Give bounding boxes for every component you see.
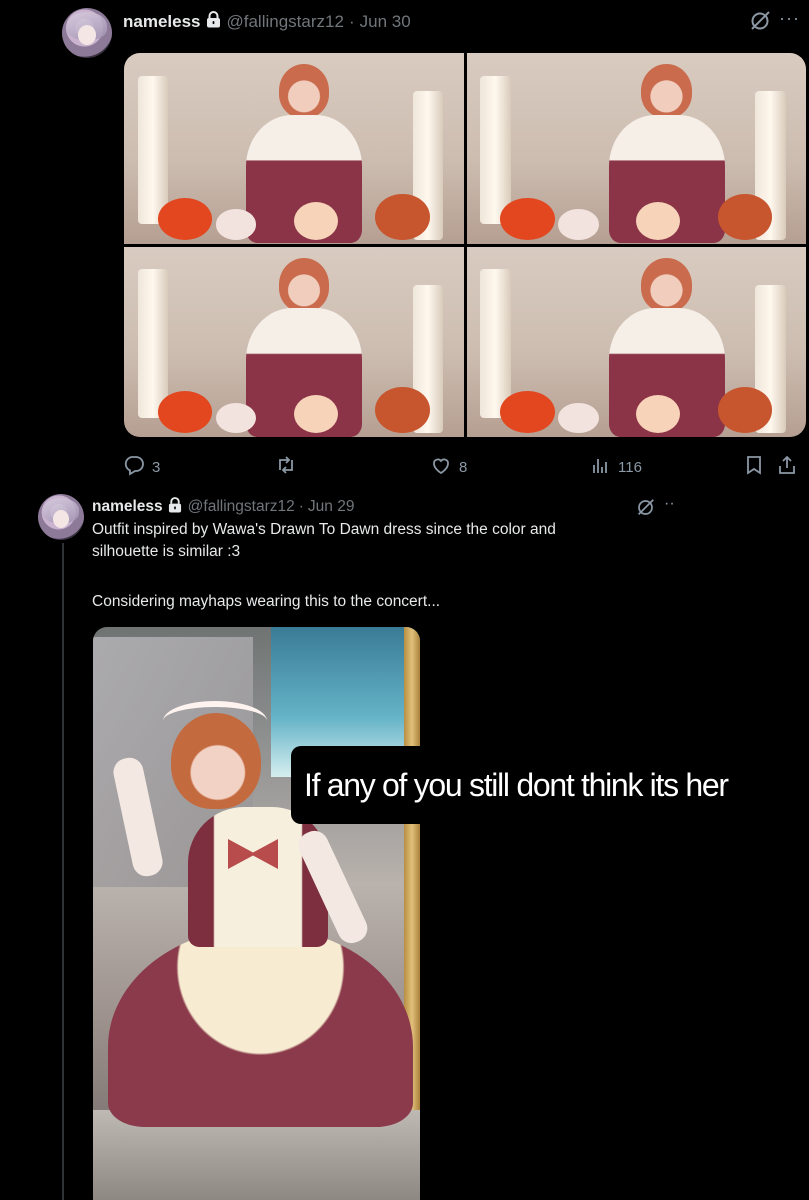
more-icon[interactable]: ···	[779, 8, 800, 29]
tweet-text-line: silhouette is similar :3	[92, 543, 241, 560]
reply-button[interactable]: 3	[123, 454, 160, 480]
lock-icon	[206, 11, 221, 33]
avatar-face	[78, 25, 96, 45]
bookmark-button[interactable]	[743, 454, 765, 480]
handle[interactable]: @fallingstarz12	[188, 498, 295, 516]
reply-icon	[123, 454, 145, 480]
share-button[interactable]	[776, 454, 798, 480]
media-photo-1[interactable]	[124, 53, 464, 244]
dress-bodice	[188, 807, 328, 947]
overlay-caption: If any of you still dont think its her	[291, 746, 775, 824]
lock-icon	[168, 496, 182, 518]
handle[interactable]: @fallingstarz12	[227, 12, 344, 32]
separator: ·	[348, 12, 355, 31]
avatar[interactable]	[62, 8, 112, 58]
media-photo-3[interactable]	[124, 246, 464, 437]
bookmark-icon	[743, 454, 765, 480]
display-name[interactable]: nameless	[92, 498, 163, 516]
post-header: nameless @fallingstarz12 · Jun 30	[123, 10, 411, 34]
separator: ·	[298, 498, 304, 515]
like-count: 8	[459, 458, 468, 476]
media-grid[interactable]	[124, 53, 806, 437]
like-button[interactable]: 8	[430, 454, 467, 480]
repost-button[interactable]	[275, 454, 304, 480]
tweet-text-line: Considering mayhaps wearing this to the …	[92, 593, 441, 610]
repost-icon	[275, 454, 297, 480]
like-icon	[430, 454, 452, 480]
views-icon	[589, 454, 611, 480]
avatar[interactable]	[38, 494, 84, 540]
more-icon[interactable]: ··	[664, 495, 675, 513]
reply-count: 3	[152, 458, 161, 476]
views-button[interactable]: 116	[589, 454, 642, 480]
media-video[interactable]	[93, 627, 420, 1200]
tweet-text-line: Outfit inspired by Wawa's Drawn To Dawn …	[92, 521, 556, 538]
dress-skirt	[108, 927, 413, 1127]
post-header: nameless @fallingstarz12 · Jun 29	[92, 496, 354, 518]
media-photo-2[interactable]	[466, 53, 806, 244]
display-name[interactable]: nameless	[123, 12, 201, 32]
share-icon	[776, 454, 798, 480]
post-date[interactable]: Jun 29	[308, 498, 355, 516]
action-bar: 3 8 116	[123, 454, 809, 482]
avatar-face	[52, 509, 70, 529]
views-count: 116	[618, 458, 642, 476]
media-photo-4[interactable]	[466, 246, 806, 437]
tweet-text: Outfit inspired by Wawa's Drawn To Dawn …	[92, 519, 652, 613]
thread-line	[62, 543, 64, 1200]
bonnet	[163, 701, 267, 741]
post-date[interactable]: Jun 30	[360, 12, 411, 32]
grok-icon[interactable]	[749, 10, 771, 37]
